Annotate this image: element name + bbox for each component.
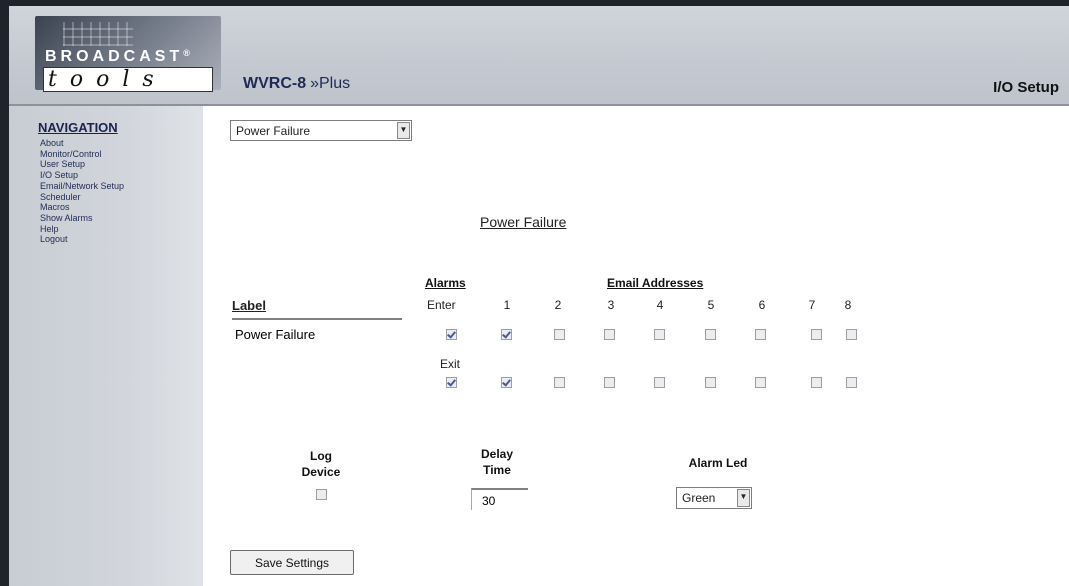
navigation-list: About Monitor/Control User Setup I/O Set… <box>40 138 124 245</box>
enter-alarm-checkbox[interactable] <box>446 329 457 340</box>
email-column-2: 2 <box>554 298 562 312</box>
nav-link-monitor-control[interactable]: Monitor/Control <box>40 149 102 159</box>
enter-email-1-checkbox[interactable] <box>501 329 512 340</box>
exit-email-1-checkbox[interactable] <box>501 377 512 388</box>
label-input[interactable] <box>232 318 402 344</box>
nav-link-logout[interactable]: Logout <box>40 234 68 244</box>
io-select-dropdown[interactable]: Power Failure ▼ <box>230 120 412 141</box>
email-column-4: 4 <box>656 298 664 312</box>
alarms-header: Alarms <box>425 276 466 290</box>
nav-link-io-setup[interactable]: I/O Setup <box>40 170 78 180</box>
section-title: Power Failure <box>480 214 567 230</box>
label-header: Label <box>232 298 266 313</box>
nav-link-about[interactable]: About <box>40 138 64 148</box>
alarm-led-dropdown[interactable]: Green ▼ <box>676 487 752 509</box>
email-addresses-header: Email Addresses <box>607 276 704 290</box>
enter-email-4-checkbox[interactable] <box>654 329 665 340</box>
broadcast-tools-logo: BROADCAST® tools <box>35 16 221 92</box>
delay-time-input[interactable] <box>471 488 528 510</box>
email-column-8: 8 <box>844 298 852 312</box>
enter-email-7-checkbox[interactable] <box>811 329 822 340</box>
delay-time-label: Delay Time <box>480 447 514 477</box>
log-device-checkbox[interactable] <box>316 489 327 500</box>
chevron-down-icon[interactable]: ▼ <box>737 489 750 507</box>
logo-tools-text: tools <box>43 67 213 92</box>
email-column-1: 1 <box>503 298 511 312</box>
nav-link-scheduler[interactable]: Scheduler <box>40 192 81 202</box>
exit-email-2-checkbox[interactable] <box>554 377 565 388</box>
exit-alarm-checkbox[interactable] <box>446 377 457 388</box>
enter-label: Enter <box>427 298 456 312</box>
enter-email-3-checkbox[interactable] <box>604 329 615 340</box>
enter-email-8-checkbox[interactable] <box>846 329 857 340</box>
exit-email-5-checkbox[interactable] <box>705 377 716 388</box>
nav-link-show-alarms[interactable]: Show Alarms <box>40 213 93 223</box>
page-title: I/O Setup <box>993 79 1059 96</box>
enter-email-5-checkbox[interactable] <box>705 329 716 340</box>
nav-link-email-network-setup[interactable]: Email/Network Setup <box>40 181 124 191</box>
email-column-5: 5 <box>707 298 715 312</box>
enter-email-2-checkbox[interactable] <box>554 329 565 340</box>
nav-link-help[interactable]: Help <box>40 224 59 234</box>
save-settings-button[interactable]: Save Settings <box>230 550 354 575</box>
window-frame-left <box>0 0 9 586</box>
nav-link-macros[interactable]: Macros <box>40 202 70 212</box>
page-header: BROADCAST® tools WVRC-8 »Plus I/O Setup <box>9 6 1069 106</box>
email-column-7: 7 <box>808 298 816 312</box>
log-device-label: Log Device <box>301 449 341 479</box>
nav-link-user-setup[interactable]: User Setup <box>40 159 85 169</box>
io-select-value: Power Failure <box>236 124 311 138</box>
email-column-3: 3 <box>607 298 615 312</box>
alarm-led-value: Green <box>682 491 716 505</box>
logo-grid-graphic <box>63 22 133 46</box>
exit-email-7-checkbox[interactable] <box>811 377 822 388</box>
exit-label: Exit <box>440 357 461 371</box>
alarm-led-label: Alarm Led <box>688 456 748 470</box>
exit-email-4-checkbox[interactable] <box>654 377 665 388</box>
exit-email-3-checkbox[interactable] <box>604 377 615 388</box>
product-name: WVRC-8 »Plus <box>243 75 351 92</box>
chevron-down-icon[interactable]: ▼ <box>397 122 410 139</box>
exit-email-8-checkbox[interactable] <box>846 377 857 388</box>
email-column-6: 6 <box>758 298 766 312</box>
logo-broadcast-text: BROADCAST® <box>45 48 190 65</box>
navigation-title: NAVIGATION <box>38 120 118 135</box>
navigation-sidebar: NAVIGATION About Monitor/Control User Se… <box>9 106 203 586</box>
enter-email-6-checkbox[interactable] <box>755 329 766 340</box>
exit-email-6-checkbox[interactable] <box>755 377 766 388</box>
